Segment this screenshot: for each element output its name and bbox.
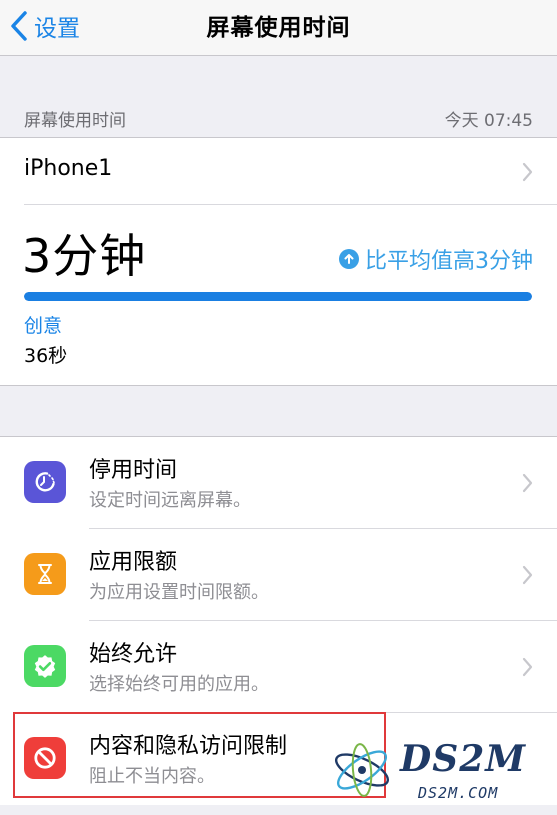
chevron-right-icon xyxy=(522,565,533,585)
category-time: 36秒 xyxy=(24,345,68,367)
watermark-site: DS2M.COM xyxy=(418,784,499,802)
device-row[interactable]: iPhone1 xyxy=(0,138,557,204)
watermark: DS2M DS2M.COM xyxy=(330,730,550,810)
divider xyxy=(24,204,557,205)
downtime-row[interactable]: 停用时间 设定时间远离屏幕。 xyxy=(0,437,557,529)
section-timestamp: 今天 07:45 xyxy=(444,111,533,131)
downtime-subtitle: 设定时间远离屏幕。 xyxy=(89,490,251,511)
arrow-up-circle-icon xyxy=(339,249,359,269)
section-header: 屏幕使用时间 今天 07:45 xyxy=(0,96,557,136)
usage-bar xyxy=(24,292,532,301)
section-title: 屏幕使用时间 xyxy=(24,111,126,131)
always-allowed-title: 始终允许 xyxy=(89,642,178,667)
device-name: iPhone1 xyxy=(24,156,113,181)
usage-summary-card[interactable]: iPhone1 3分钟 比平均值高3分钟 创意 36秒 xyxy=(0,137,557,386)
app-limits-subtitle: 为应用设置时间限额。 xyxy=(89,582,269,603)
atom-logo-icon xyxy=(335,743,389,797)
chevron-right-icon xyxy=(522,162,533,182)
app-limits-row[interactable]: 应用限额 为应用设置时间限额。 xyxy=(0,529,557,621)
navigation-bar: 设置 屏幕使用时间 xyxy=(0,0,557,56)
checkmark-badge-icon xyxy=(24,645,66,687)
downtime-icon xyxy=(24,461,66,503)
always-allowed-row[interactable]: 始终允许 选择始终可用的应用。 xyxy=(0,621,557,713)
hourglass-icon xyxy=(24,553,66,595)
page-title: 屏幕使用时间 xyxy=(206,15,351,41)
usage-bar-fill xyxy=(24,292,532,301)
chevron-right-icon xyxy=(522,657,533,677)
comparison-note: 比平均值高3分钟 xyxy=(339,243,533,275)
app-limits-title: 应用限额 xyxy=(89,550,178,575)
always-allowed-subtitle: 选择始终可用的应用。 xyxy=(89,674,269,695)
category-name: 创意 xyxy=(24,315,63,337)
total-usage-time: 3分钟 xyxy=(22,229,147,283)
downtime-title: 停用时间 xyxy=(89,458,178,483)
watermark-brand: DS2M xyxy=(400,738,527,780)
comparison-text: 比平均值高3分钟 xyxy=(365,249,533,274)
chevron-right-icon xyxy=(522,473,533,493)
